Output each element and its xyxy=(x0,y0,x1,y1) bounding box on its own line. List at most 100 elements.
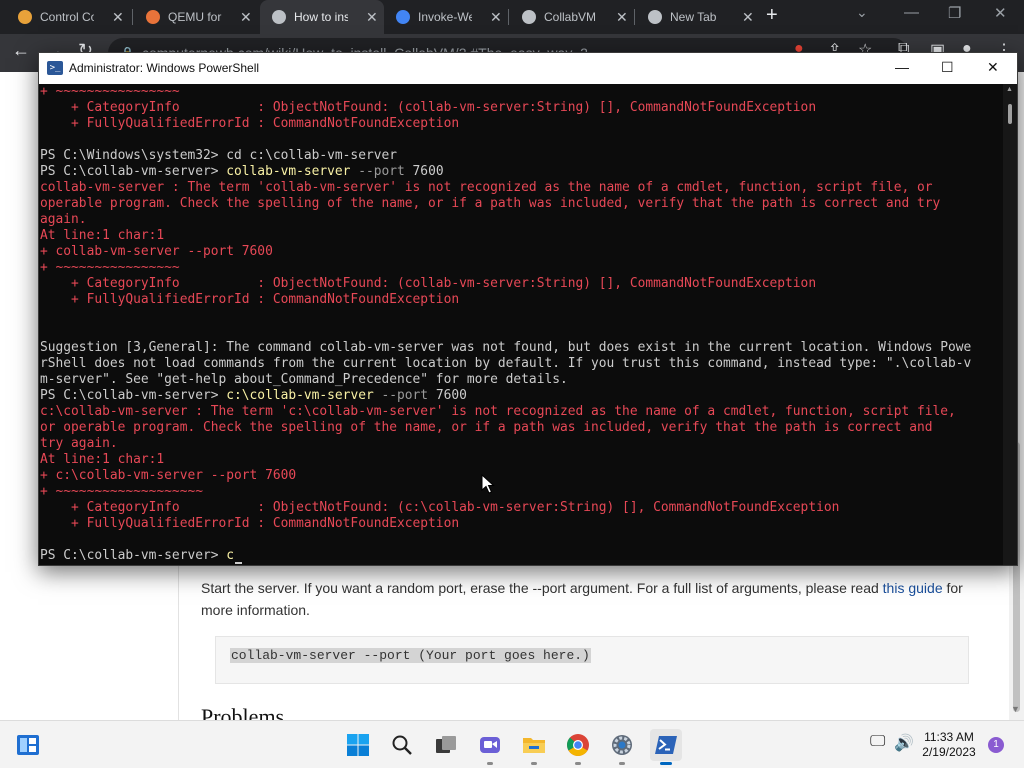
chevron-down-icon[interactable]: ⌄ xyxy=(856,4,868,21)
running-indicator xyxy=(619,762,625,765)
tab-separator xyxy=(634,9,635,25)
powershell-taskbar-icon[interactable] xyxy=(650,729,682,765)
close-tab-icon[interactable]: ✕ xyxy=(366,9,378,26)
file-explorer-icon[interactable] xyxy=(518,729,550,765)
running-indicator xyxy=(531,762,537,765)
back-arrow-icon[interactable]: ← xyxy=(12,40,30,61)
console-line: + CategoryInfo : ObjectNotFound: (collab… xyxy=(40,276,817,291)
console-scrollbar-thumb[interactable] xyxy=(1008,104,1012,124)
tab-title: Invoke-Wel xyxy=(418,10,472,24)
scroll-down-arrow-icon[interactable]: ▼ xyxy=(1011,704,1020,714)
scroll-up-arrow-icon[interactable]: ▲ xyxy=(1006,86,1013,93)
console-line: Suggestion [3,General]: The command coll… xyxy=(40,340,972,355)
console-line: m-server". See "get-help about_Command_P… xyxy=(40,372,568,387)
console-line: PS C:\collab-vm-server> c xyxy=(39,548,1003,564)
console-line: again. xyxy=(40,212,87,227)
tab-collabvm[interactable]: CollabVM ✕ xyxy=(510,0,634,34)
powershell-icon: >_ xyxy=(47,61,63,75)
console-line: + ~~~~~~~~~~~~~~~~ xyxy=(40,84,180,99)
widgets-icon[interactable] xyxy=(12,729,44,761)
console-line: PS C:\Windows\system32> cd c:\collab-vm-… xyxy=(40,148,397,163)
clock-date: 2/19/2023 xyxy=(922,745,976,759)
console-line: PS C:\collab-vm-server> c:\collab-vm-ser… xyxy=(39,388,1003,404)
command-name: collab-vm-server xyxy=(226,164,351,179)
network-icon[interactable]: 🖵 xyxy=(870,733,885,751)
tab-new-tab[interactable]: New Tab ✕ xyxy=(636,0,760,34)
computernewb-icon xyxy=(272,10,286,24)
command-name: c xyxy=(226,548,235,563)
tab-title: QEMU for \ xyxy=(168,10,222,24)
chrome-icon[interactable] xyxy=(562,729,594,765)
mouse-pointer-icon xyxy=(481,474,495,494)
close-tab-icon[interactable]: ✕ xyxy=(112,9,124,26)
close-tab-icon[interactable]: ✕ xyxy=(616,9,628,26)
console-line: rShell does not load commands from the c… xyxy=(40,356,972,371)
tab-title: How to inst xyxy=(294,10,348,24)
notification-badge[interactable]: 1 xyxy=(988,737,1004,753)
powershell-titlebar[interactable]: >_ Administrator: Windows PowerShell — ☐… xyxy=(39,53,1017,84)
new-tab-icon[interactable]: + xyxy=(766,4,778,27)
settings-icon[interactable] xyxy=(606,729,638,765)
tab-title: New Tab xyxy=(670,10,717,24)
tab-title: CollabVM xyxy=(544,10,597,24)
clock-time: 11:33 AM xyxy=(924,730,974,744)
running-indicator xyxy=(487,762,493,765)
console-line: operable program. Check the spelling of … xyxy=(40,196,941,211)
command-param: --port xyxy=(373,388,429,403)
console-line: + ~~~~~~~~~~~~~~~~ xyxy=(40,260,180,275)
console-line: At line:1 char:1 xyxy=(40,228,165,243)
close-tab-icon[interactable]: ✕ xyxy=(490,9,502,26)
guide-link[interactable]: this guide xyxy=(883,580,943,596)
console-scrollbar[interactable]: ▲ xyxy=(1003,84,1017,565)
console-line: try again. xyxy=(40,436,118,451)
restore-icon[interactable]: ❐ xyxy=(948,4,961,22)
minimize-icon[interactable]: — xyxy=(895,59,909,75)
chat-icon[interactable] xyxy=(474,729,506,765)
console-line: c:\collab-vm-server : The term 'c:\colla… xyxy=(40,404,956,419)
clock[interactable]: 11:33 AM 2/19/2023 xyxy=(916,730,982,760)
command-arg: 7600 xyxy=(428,388,467,403)
close-tab-icon[interactable]: ✕ xyxy=(240,9,252,26)
console-line: collab-vm-server : The term 'collab-vm-s… xyxy=(40,180,933,195)
command-name: c:\collab-vm-server xyxy=(226,388,374,403)
close-tab-icon[interactable]: ✕ xyxy=(742,9,754,26)
tab-separator xyxy=(132,9,133,25)
prompt: PS C:\collab-vm-server> xyxy=(40,388,227,403)
paragraph-text: Start the server. If you want a random p… xyxy=(201,580,883,596)
tab-invoke-web[interactable]: Invoke-Wel ✕ xyxy=(384,0,508,34)
tab-control-panel[interactable]: Control Col ✕ xyxy=(6,0,130,34)
page-paragraph: Start the server. If you want a random p… xyxy=(201,577,971,621)
minimize-icon[interactable]: — xyxy=(904,4,919,21)
taskbar: 🖵 🔊 11:33 AM 2/19/2023 1 xyxy=(0,720,1024,768)
tab-qemu[interactable]: QEMU for \ ✕ xyxy=(134,0,258,34)
tab-title: Control Col xyxy=(40,10,94,24)
command-arg: 7600 xyxy=(404,164,444,179)
google-icon xyxy=(396,10,410,24)
code-text[interactable]: collab-vm-server --port (Your port goes … xyxy=(230,648,591,663)
volume-icon[interactable]: 🔊 xyxy=(894,733,914,753)
search-icon[interactable] xyxy=(386,729,418,761)
tab-how-to-install[interactable]: How to inst ✕ xyxy=(260,0,384,34)
powershell-window[interactable]: >_ Administrator: Windows PowerShell — ☐… xyxy=(38,52,1018,566)
close-icon[interactable]: ✕ xyxy=(994,4,1007,22)
prompt: PS C:\collab-vm-server> xyxy=(40,548,227,563)
running-indicator xyxy=(575,762,581,765)
tab-separator xyxy=(508,9,509,25)
computernewb-icon xyxy=(522,10,536,24)
start-icon[interactable] xyxy=(342,729,374,761)
maximize-icon[interactable]: ☐ xyxy=(941,59,954,76)
console-line: + ~~~~~~~~~~~~~~~~~~~ xyxy=(40,484,203,499)
prompt: PS C:\collab-vm-server> xyxy=(40,164,227,179)
text-cursor xyxy=(235,562,243,564)
browser-tab-strip: Control Col ✕ QEMU for \ ✕ How to inst ✕… xyxy=(0,0,1024,34)
control-panel-icon xyxy=(18,10,32,24)
close-icon[interactable]: ✕ xyxy=(987,59,999,76)
console-line: At line:1 char:1 xyxy=(40,452,165,467)
console-line: + c:\collab-vm-server --port 7600 xyxy=(40,468,297,483)
task-view-icon[interactable] xyxy=(430,729,462,761)
console-line: + CategoryInfo : ObjectNotFound: (c:\col… xyxy=(40,500,840,515)
console-output[interactable]: + ~~~~~~~~~~~~~~~~ + CategoryInfo : Obje… xyxy=(39,84,1003,565)
